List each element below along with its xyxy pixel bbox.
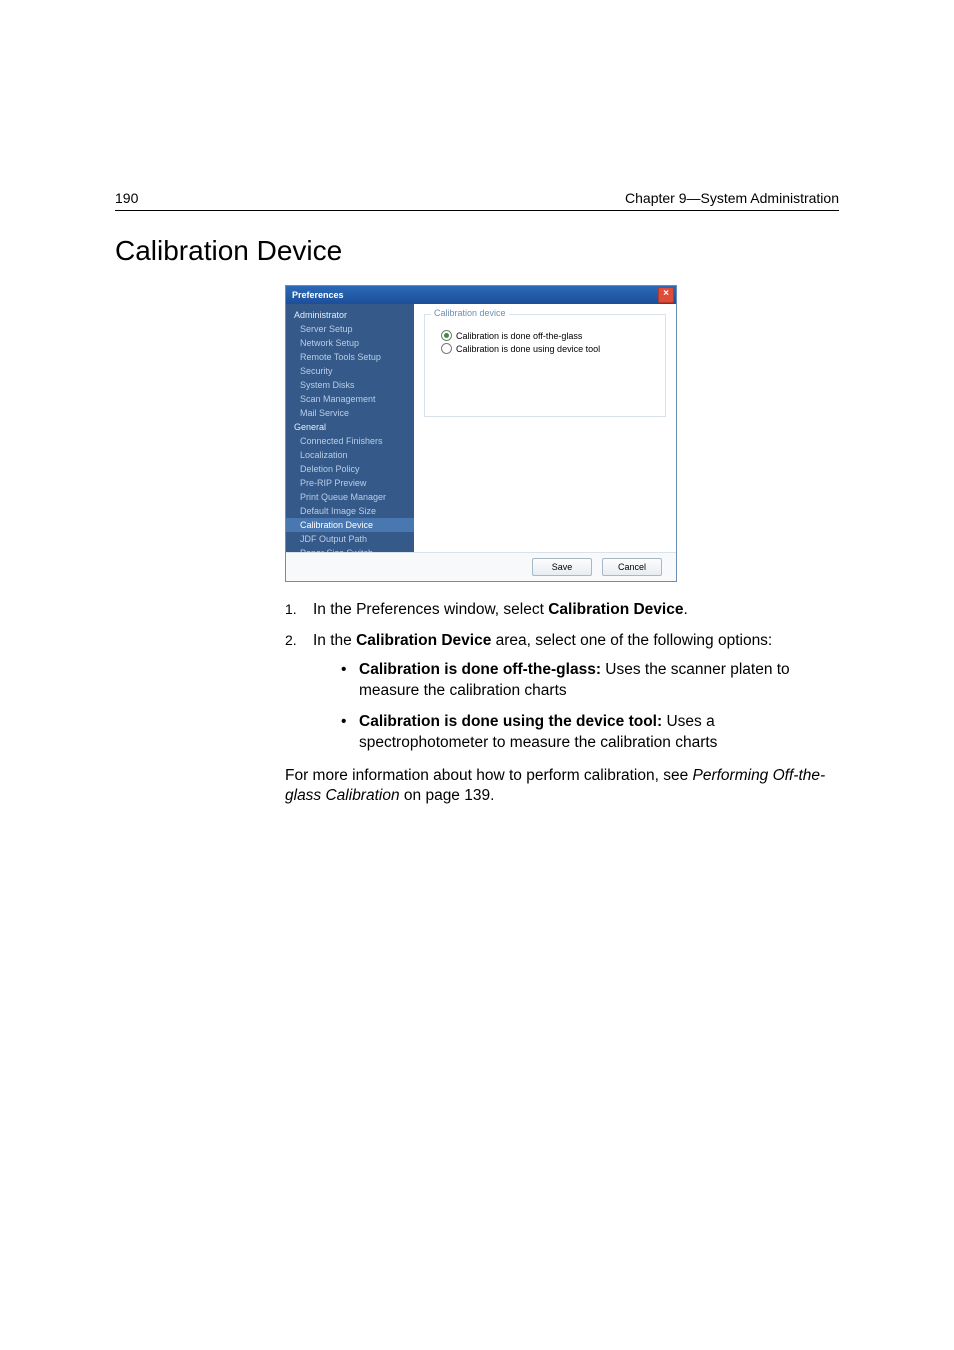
sidebar-item-print-queue-manager[interactable]: Print Queue Manager	[286, 490, 414, 504]
preferences-main-panel: Calibration device Calibration is done o…	[414, 304, 676, 552]
option-device-tool: Calibration is done using the device too…	[341, 712, 839, 754]
step-1: In the Preferences window, select Calibr…	[285, 600, 839, 621]
sidebar-item-network-setup[interactable]: Network Setup	[286, 336, 414, 350]
window-titlebar: Preferences ×	[286, 286, 676, 304]
preferences-footer: Save Cancel	[286, 552, 676, 581]
window-title: Preferences	[292, 286, 344, 304]
sidebar-item-jdf-output-path[interactable]: JDF Output Path	[286, 532, 414, 546]
body-text: In the Preferences window, select Calibr…	[285, 600, 839, 807]
sidebar-item-default-image-size[interactable]: Default Image Size	[286, 504, 414, 518]
option-off-the-glass: Calibration is done off-the-glass: Uses …	[341, 660, 839, 702]
sidebar-item-mail-service[interactable]: Mail Service	[286, 406, 414, 420]
sidebar-item-server-setup[interactable]: Server Setup	[286, 322, 414, 336]
sidebar-group-administrator: Administrator	[286, 308, 414, 322]
page-number: 190	[115, 190, 138, 206]
calibration-device-group: Calibration device Calibration is done o…	[424, 314, 666, 417]
closing-paragraph: For more information about how to perfor…	[285, 766, 839, 808]
preferences-sidebar: Administrator Server Setup Network Setup…	[286, 304, 414, 552]
sidebar-item-calibration-device[interactable]: Calibration Device	[286, 518, 414, 532]
step-2: In the Calibration Device area, select o…	[285, 631, 839, 754]
radio-label: Calibration is done off-the-glass	[456, 331, 582, 341]
radio-off-the-glass[interactable]: Calibration is done off-the-glass	[435, 330, 655, 341]
option-list: Calibration is done off-the-glass: Uses …	[313, 660, 839, 754]
sidebar-group-general: General	[286, 420, 414, 434]
section-title: Calibration Device	[115, 235, 839, 267]
close-icon[interactable]: ×	[658, 287, 674, 303]
chapter-label: Chapter 9—System Administration	[625, 190, 839, 206]
preferences-screenshot: Preferences × Administrator Server Setup…	[285, 285, 839, 582]
step-list: In the Preferences window, select Calibr…	[285, 600, 839, 754]
preferences-window: Preferences × Administrator Server Setup…	[285, 285, 677, 582]
radio-label: Calibration is done using device tool	[456, 344, 600, 354]
radio-icon[interactable]	[441, 343, 452, 354]
cancel-button[interactable]: Cancel	[602, 558, 662, 576]
sidebar-item-system-disks[interactable]: System Disks	[286, 378, 414, 392]
sidebar-item-connected-finishers[interactable]: Connected Finishers	[286, 434, 414, 448]
sidebar-item-pre-rip-preview[interactable]: Pre-RIP Preview	[286, 476, 414, 490]
radio-device-tool[interactable]: Calibration is done using device tool	[435, 343, 655, 354]
sidebar-item-security[interactable]: Security	[286, 364, 414, 378]
sidebar-item-scan-management[interactable]: Scan Management	[286, 392, 414, 406]
sidebar-item-paper-size-switch[interactable]: Paper Size Switch	[286, 546, 414, 552]
running-header: 190 Chapter 9—System Administration	[115, 190, 839, 211]
sidebar-item-remote-tools-setup[interactable]: Remote Tools Setup	[286, 350, 414, 364]
sidebar-item-localization[interactable]: Localization	[286, 448, 414, 462]
group-title: Calibration device	[431, 308, 509, 318]
sidebar-item-deletion-policy[interactable]: Deletion Policy	[286, 462, 414, 476]
radio-icon[interactable]	[441, 330, 452, 341]
save-button[interactable]: Save	[532, 558, 592, 576]
